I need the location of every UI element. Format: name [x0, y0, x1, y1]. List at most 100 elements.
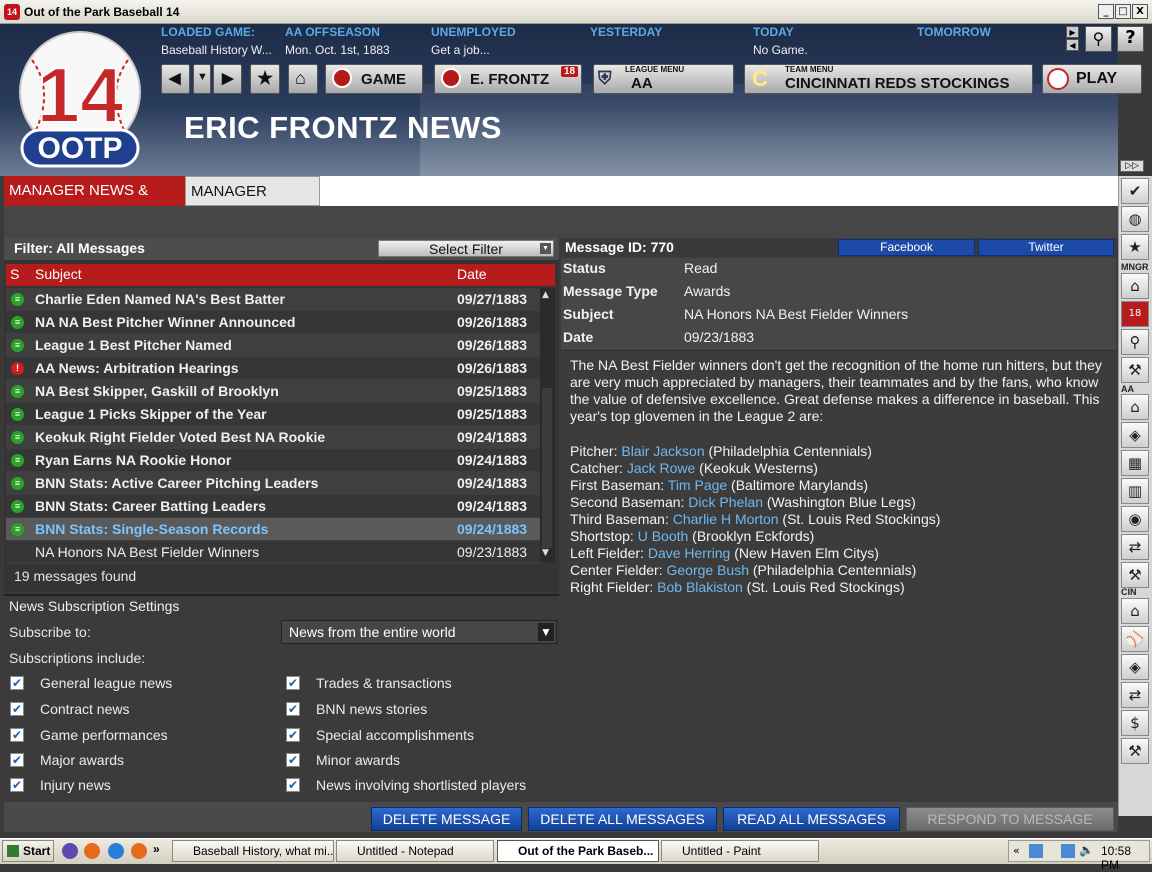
- baseball-icon[interactable]: ◉: [1121, 506, 1149, 532]
- table-row[interactable]: ≡ NA Best Skipper, Gaskill of Brooklyn 09/…: [6, 380, 540, 403]
- scroll-right-small-icon[interactable]: ▶: [1066, 26, 1079, 38]
- subscribe-to-select[interactable]: News from the entire world ▼: [281, 620, 557, 644]
- bar-chart-icon[interactable]: ▥: [1121, 478, 1149, 504]
- game-menu-button[interactable]: GAME: [325, 64, 423, 94]
- transfer-icon[interactable]: ⇄: [1121, 534, 1149, 560]
- table-row[interactable]: ≡ BNN Stats: Single-Season Records 09/24/1…: [6, 518, 540, 541]
- browser-icon[interactable]: [62, 843, 78, 859]
- respond-to-message-button[interactable]: RESPOND TO MESSAGE: [906, 807, 1114, 831]
- home-button[interactable]: ⌂: [288, 64, 318, 94]
- winner-player-link[interactable]: Jack Rowe: [627, 460, 695, 476]
- grid-icon[interactable]: ▦: [1121, 450, 1149, 476]
- taskbar-item-paint[interactable]: Untitled - Paint: [661, 840, 819, 862]
- player-icon[interactable]: ⚾: [1121, 626, 1149, 652]
- checkbox[interactable]: ✔: [286, 702, 300, 716]
- globe-icon[interactable]: ◍: [1121, 206, 1149, 232]
- scroll-up-icon[interactable]: ▲: [542, 290, 549, 300]
- help-icon[interactable]: ?: [1117, 26, 1144, 52]
- winner-player-link[interactable]: U Booth: [638, 528, 689, 544]
- favorites-button[interactable]: ★: [250, 64, 280, 94]
- facebook-button[interactable]: Facebook: [838, 239, 975, 256]
- quicklaunch-more[interactable]: »: [153, 842, 160, 856]
- table-row[interactable]: ≡ League 1 Picks Skipper of the Year 09/25…: [6, 403, 540, 426]
- checkbox[interactable]: ✔: [10, 778, 24, 792]
- table-row[interactable]: ≡ League 1 Best Pitcher Named 09/26/1883: [6, 334, 540, 357]
- inbox-badge-icon[interactable]: 18: [1121, 301, 1149, 327]
- play-button[interactable]: PLAY: [1042, 64, 1142, 94]
- search-icon[interactable]: ⚲: [1121, 329, 1149, 355]
- checkbox[interactable]: ✔: [286, 676, 300, 690]
- network-icon[interactable]: [1029, 844, 1043, 858]
- forward-button[interactable]: ▶: [213, 64, 242, 94]
- ie-icon[interactable]: [108, 843, 124, 859]
- table-row[interactable]: ! AA News: Arbitration Hearings 09/26/1883: [6, 357, 540, 380]
- winner-player-link[interactable]: George Bush: [666, 562, 749, 578]
- manager-menu-button[interactable]: E. FRONTZ 18: [434, 64, 582, 94]
- tray-expand-icon[interactable]: «: [1013, 844, 1020, 857]
- dollar-icon[interactable]: $: [1121, 710, 1149, 736]
- winner-player-link[interactable]: Dave Herring: [648, 545, 730, 561]
- firefox-icon[interactable]: [131, 843, 147, 859]
- column-status[interactable]: S: [10, 266, 19, 282]
- league-menu-button[interactable]: ⛨ LEAGUE MENU AA: [593, 64, 734, 94]
- table-row[interactable]: ≡ BNN Stats: Career Batting Leaders 09/24/…: [6, 495, 540, 518]
- search-icon[interactable]: ⚲: [1085, 26, 1112, 52]
- wrench-icon[interactable]: ⚒: [1121, 357, 1149, 383]
- taskbar-item-ootp[interactable]: Out of the Park Baseb...: [497, 840, 659, 862]
- home-icon[interactable]: ⌂: [1121, 394, 1149, 420]
- table-row[interactable]: ≡ Charlie Eden Named NA's Best Batter 09/2…: [6, 288, 540, 311]
- checkbox[interactable]: ✔: [286, 778, 300, 792]
- info-yesterday[interactable]: YESTERDAY: [590, 25, 662, 61]
- winner-player-link[interactable]: Blair Jackson: [621, 443, 704, 459]
- column-date[interactable]: Date: [457, 266, 487, 282]
- table-row[interactable]: ≡ NA NA Best Pitcher Winner Announced 09/2…: [6, 311, 540, 334]
- back-button[interactable]: ◀: [161, 64, 190, 94]
- minimize-button[interactable]: _: [1098, 4, 1114, 19]
- winner-player-link[interactable]: Charlie H Morton: [673, 511, 779, 527]
- twitter-button[interactable]: Twitter: [978, 239, 1114, 256]
- checkmark-icon[interactable]: ✔: [1121, 178, 1149, 204]
- read-all-messages-button[interactable]: READ ALL MESSAGES: [723, 807, 900, 831]
- taskbar-item-notepad[interactable]: Untitled - Notepad: [336, 840, 494, 862]
- home-icon[interactable]: ⌂: [1121, 598, 1149, 624]
- maximize-button[interactable]: □: [1115, 4, 1131, 19]
- scroll-thumb[interactable]: [542, 388, 552, 548]
- wrench-icon[interactable]: ⚒: [1121, 738, 1149, 764]
- scroll-left-small-icon[interactable]: ◀: [1066, 39, 1079, 51]
- delete-all-messages-button[interactable]: DELETE ALL MESSAGES: [528, 807, 717, 831]
- checkbox[interactable]: ✔: [10, 753, 24, 767]
- table-row[interactable]: NA Honors NA Best Fielder Winners 09/23/1…: [6, 541, 540, 564]
- checkbox[interactable]: ✔: [10, 676, 24, 690]
- list-scrollbar[interactable]: ▲ ▼: [540, 288, 555, 562]
- diamond-icon[interactable]: ◈: [1121, 654, 1149, 680]
- winner-player-link[interactable]: Tim Page: [668, 477, 727, 493]
- table-row[interactable]: ≡ Keokuk Right Fielder Voted Best NA Rook…: [6, 426, 540, 449]
- network-icon[interactable]: [1061, 844, 1075, 858]
- table-row[interactable]: ≡ Ryan Earns NA Rookie Honor 09/24/1883: [6, 449, 540, 472]
- tab-manager-notes[interactable]: MANAGER NOTES: [185, 176, 320, 230]
- star-icon[interactable]: ★: [1121, 234, 1149, 260]
- winner-player-link[interactable]: Dick Phelan: [688, 494, 763, 510]
- firefox-icon[interactable]: [84, 843, 100, 859]
- transfer-icon[interactable]: ⇄: [1121, 682, 1149, 708]
- winner-player-link[interactable]: Bob Blakiston: [657, 579, 743, 595]
- team-menu-button[interactable]: C TEAM MENU CINCINNATI REDS STOCKINGS: [744, 64, 1033, 94]
- diamond-icon[interactable]: ◈: [1121, 422, 1149, 448]
- delete-message-button[interactable]: DELETE MESSAGE: [371, 807, 522, 831]
- checkbox[interactable]: ✔: [286, 728, 300, 742]
- taskbar-item-firefox[interactable]: Baseball History, what mi...: [172, 840, 334, 862]
- checkbox[interactable]: ✔: [286, 753, 300, 767]
- select-filter-dropdown[interactable]: Select Filter ▼: [378, 240, 554, 257]
- start-button[interactable]: Start: [2, 840, 54, 862]
- wrench-icon[interactable]: ⚒: [1121, 562, 1149, 588]
- checkbox[interactable]: ✔: [10, 702, 24, 716]
- table-row[interactable]: ≡ BNN Stats: Active Career Pitching Leade…: [6, 472, 540, 495]
- info-today[interactable]: TODAY No Game.: [753, 25, 808, 61]
- close-button[interactable]: X: [1132, 4, 1148, 19]
- scroll-down-icon[interactable]: ▼: [542, 548, 549, 558]
- expand-icon[interactable]: ▷▷: [1120, 160, 1144, 172]
- home-icon[interactable]: ⌂: [1121, 273, 1149, 299]
- column-subject[interactable]: Subject: [35, 266, 82, 282]
- checkbox[interactable]: ✔: [10, 728, 24, 742]
- tab-manager-news[interactable]: MANAGER NEWS & MAIL: [4, 176, 185, 229]
